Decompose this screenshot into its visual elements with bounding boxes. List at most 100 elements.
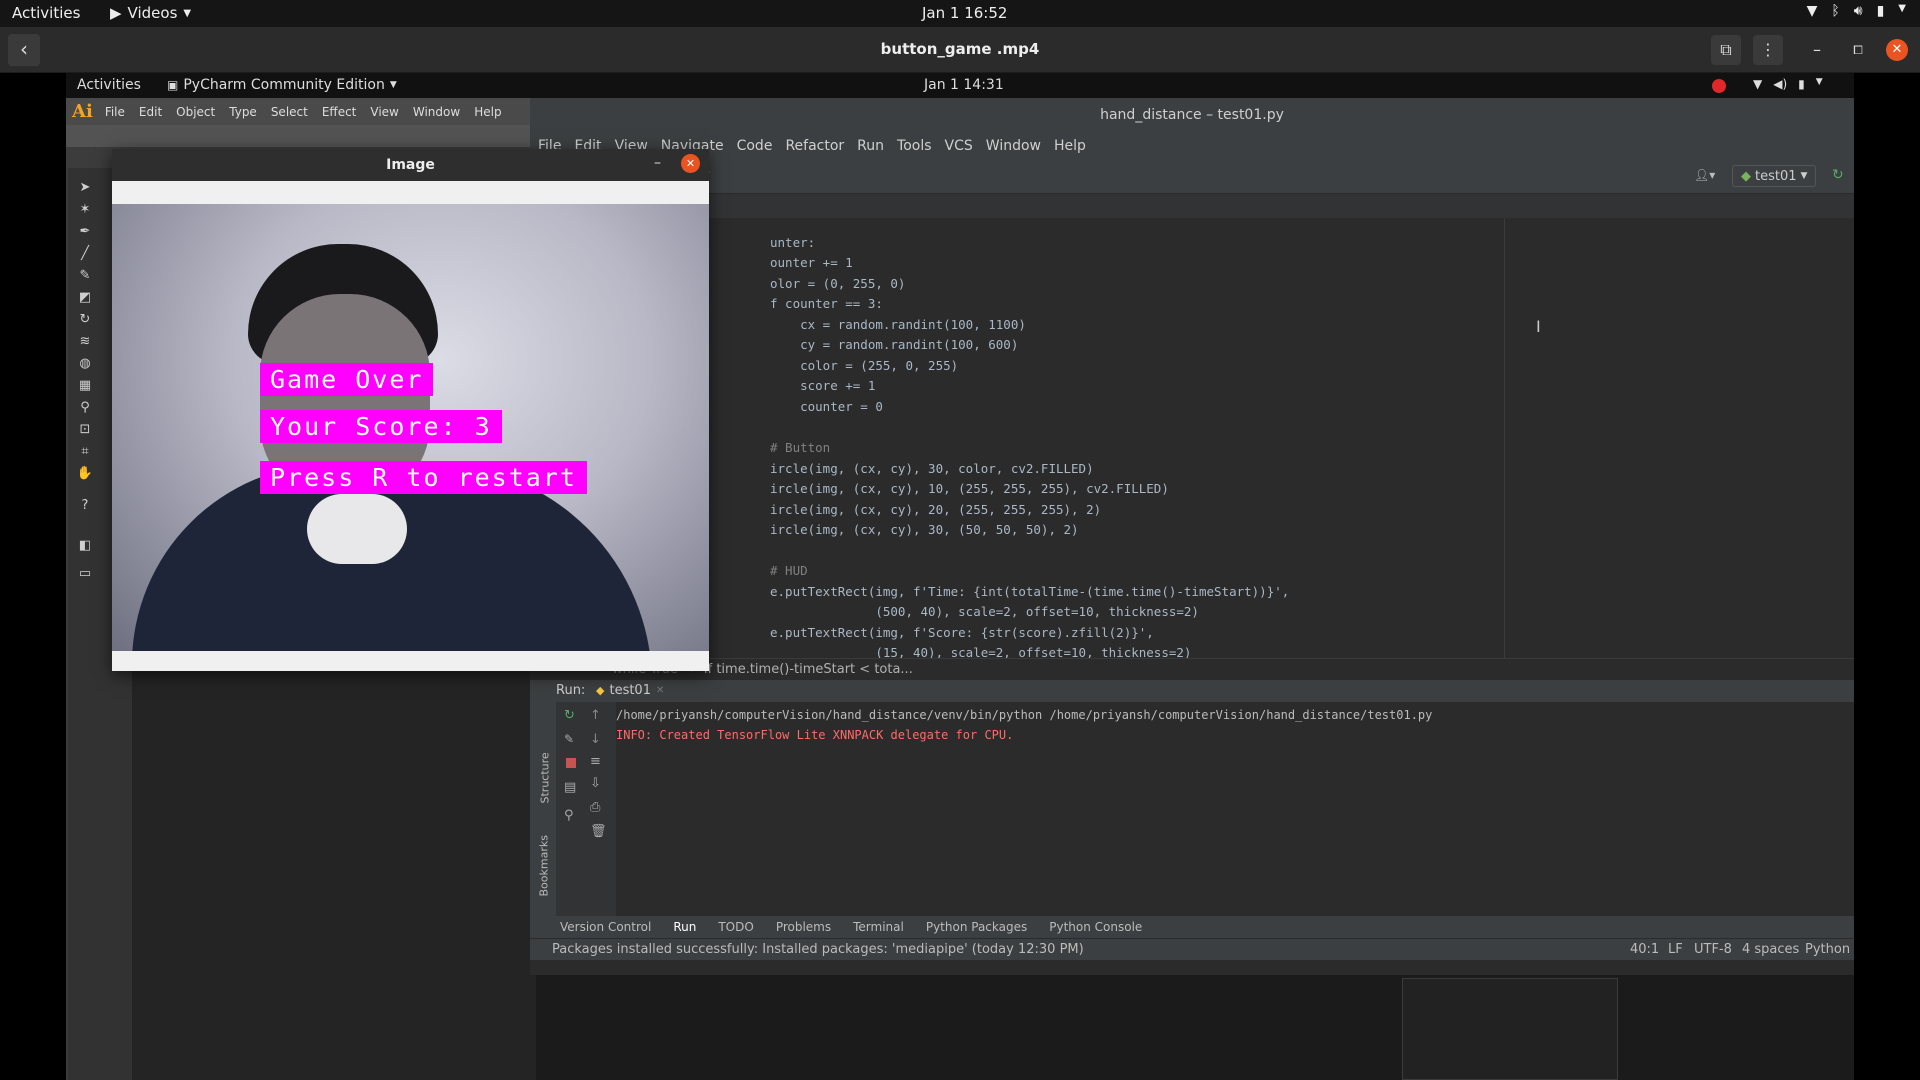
picture-in-picture-icon: ⧉ (1720, 40, 1732, 59)
python-packages-tab: Python Packages (925, 920, 1028, 934)
eyedropper-tool-icon: ⚲ (80, 400, 90, 415)
chevron-down-icon: ▼ (1815, 77, 1823, 87)
pycharm-icon: ▣ (167, 78, 179, 92)
inner-app-menu: ▣ PyCharm Community Edition ▼ (167, 77, 397, 93)
python-console-tab: Python Console (1049, 920, 1143, 934)
ai-menu-help: Help (474, 104, 502, 119)
selection-tool-icon: ➤ (79, 180, 91, 195)
battery-icon: ▮ (1798, 77, 1805, 91)
close-button[interactable]: ✕ (1886, 39, 1908, 61)
minimize-button[interactable]: – (1802, 35, 1832, 65)
ai-menu-select: Select (270, 104, 308, 119)
activities-button[interactable]: Activities (12, 4, 80, 22)
editor-tab-strip (530, 194, 1854, 218)
code-line: e.putTextRect(img, f'Time: {int(totalTim… (770, 584, 1290, 599)
chevron-down-icon: ▼ (1898, 3, 1906, 14)
trash-icon: 🗑︎ (590, 824, 607, 839)
code-line: ounter += 1 (770, 255, 853, 270)
run-config-label: test01 (1755, 168, 1797, 184)
pc-menu-window: Window (985, 138, 1041, 154)
close-icon: ✕ (1891, 42, 1903, 57)
kebab-menu-icon: ⋮ (1760, 40, 1776, 59)
code-line: e.putTextRect(img, f'Score: {str(score).… (770, 625, 1154, 640)
system-tray[interactable]: ▼ ᛒ 🔊︎ ▮ ▼ (1807, 3, 1906, 19)
arrow-up-icon: ↑ (590, 708, 601, 723)
app-menu-label: Videos (127, 4, 178, 22)
eraser-tool-icon: ◩ (78, 290, 92, 305)
pycharm-toolbar: py 👤︎▾ ◆ test01 ▼ ↻ ✱ ⊙ (530, 160, 1854, 194)
code-line: unter: (770, 235, 816, 250)
run-tab: ◆ test01 ✕ (596, 683, 664, 698)
python-interpreter: Python 3.8 (hand_c (1805, 942, 1854, 957)
code-line: color = (255, 0, 255) (770, 358, 959, 373)
status-message: Packages installed successfully: Install… (552, 942, 1084, 957)
code-line: cx = random.randint(100, 1100) (770, 317, 1026, 332)
chevron-down-icon: ▼ (1800, 171, 1808, 181)
inner-activities-label: Activities (77, 77, 141, 93)
terminal-tab: Terminal (853, 920, 904, 934)
video-frame[interactable]: Activities ▣ PyCharm Community Edition ▼… (66, 73, 1854, 1080)
screen-mode-icon: ▭ (78, 566, 92, 581)
code-line: ircle(img, (cx, cy), 30, (50, 50, 50), 2… (770, 522, 1079, 537)
pip-button[interactable]: ⧉ (1711, 35, 1741, 65)
menu-button[interactable]: ⋮ (1753, 35, 1783, 65)
chevron-down-icon: ▼ (389, 80, 397, 90)
code-comment: # HUD (770, 563, 808, 578)
pc-menu-run: Run (857, 138, 885, 154)
illustrator-canvas (132, 638, 536, 1080)
wifi-icon: ▼ (1753, 77, 1763, 91)
game-over-text: Game Over (260, 363, 434, 396)
system-top-bar: Activities ▶ Videos ▼ Jan 1 16:52 ▼ ᛒ 🔊︎… (0, 0, 1920, 27)
text-cursor-icon: I (1536, 317, 1541, 336)
fill-stroke-icon: ◧ (78, 538, 92, 553)
code-line: (500, 40), scale=2, offset=10, thickness… (770, 604, 1199, 619)
volume-icon: 🔊︎ (1853, 3, 1863, 19)
chevron-down-icon: ▼ (183, 7, 192, 19)
layout-icon: ▤ (564, 780, 577, 795)
pycharm-title: hand_distance – test01.py (530, 98, 1854, 132)
inner-top-bar: Activities ▣ PyCharm Community Edition ▼… (66, 73, 1854, 98)
problems-tab: Problems (775, 920, 832, 934)
score-text: Your Score: 3 (260, 410, 502, 443)
status-bar: Packages installed successfully: Install… (530, 938, 1854, 960)
code-line: ircle(img, (cx, cy), 20, (255, 255, 255)… (770, 502, 1102, 517)
rerun-icon: ↻ (1832, 167, 1844, 183)
app-menu-videos[interactable]: ▶ Videos ▼ (110, 4, 191, 22)
inner-app-label: PyCharm Community Edition (183, 77, 385, 93)
ai-menu-effect: Effect (321, 104, 357, 119)
system-clock[interactable]: Jan 1 16:52 (922, 4, 1007, 22)
ai-menu-edit: Edit (138, 104, 163, 119)
pin-icon: ⚲ (564, 808, 574, 823)
caret-position: 40:1 (1630, 942, 1660, 957)
tool-window-bar: Version Control Run TODO Problems Termin… (530, 916, 1854, 938)
run-tool-tab: Run (673, 920, 697, 934)
run-console: /home/priyansh/computerVision/hand_dista… (530, 702, 1854, 916)
warp-tool-icon: ≋ (79, 334, 91, 349)
inner-clock: Jan 1 14:31 (924, 77, 1004, 93)
code-comment: # Button (770, 440, 831, 455)
breadcrumb-item: if time.time()-timeStart < tota... (704, 662, 913, 677)
pc-menu-code: Code (736, 138, 773, 154)
pycharm-menubar: File Edit View Navigate Code Refactor Ru… (530, 132, 1854, 160)
bluetooth-icon: ᛒ (1831, 3, 1840, 19)
line-tool-icon: ╱ (81, 246, 89, 261)
image-window: Image – ✕ Game Over Your Score: 3 Press … (112, 149, 709, 671)
code-line: score += 1 (770, 378, 876, 393)
editor-right-margin (1504, 218, 1505, 658)
brush-tool-icon: ✎ (79, 268, 91, 283)
symbol-tool-icon: ⊡ (79, 422, 91, 437)
code-line: olor = (0, 255, 0) (770, 276, 906, 291)
soft-wrap-icon: ≡ (590, 754, 601, 769)
maximize-button[interactable]: ⧠ (1843, 35, 1873, 65)
volume-icon: ◀) (1773, 77, 1788, 91)
inner-tray: ▼ ◀) ▮ ▼ (1753, 77, 1823, 91)
run-config-dropdown: ◆ test01 ▼ (1732, 165, 1817, 187)
wifi-icon: ▼ (1806, 3, 1818, 19)
code-editor: unter: ounter += 1 olor = (0, 255, 0) f … (530, 218, 1854, 660)
version-control-tab: Version Control (560, 920, 652, 934)
pc-menu-refactor: Refactor (785, 138, 845, 154)
pycharm-window: hand_distance – test01.py File Edit View… (530, 98, 1854, 975)
run-tab-label: test01 (609, 683, 651, 698)
recording-indicator-icon (1712, 79, 1726, 93)
pc-menu-tools: Tools (897, 138, 932, 154)
